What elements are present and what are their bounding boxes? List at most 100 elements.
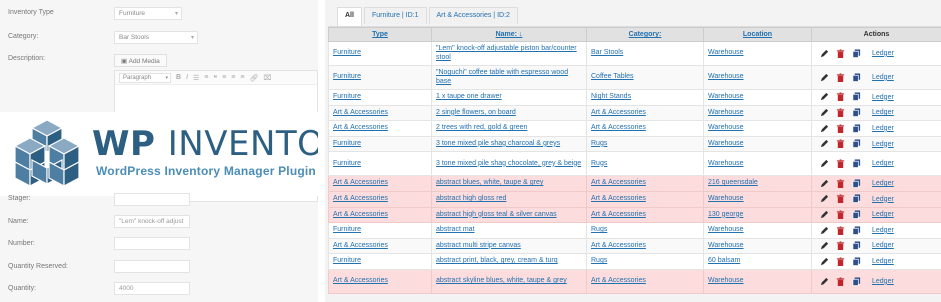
- pencil-icon[interactable]: [820, 194, 829, 203]
- category-link[interactable]: Rugs: [591, 160, 699, 169]
- location-link[interactable]: Warehouse: [708, 49, 807, 58]
- column-header-location[interactable]: Location: [703, 27, 812, 42]
- item-name-link[interactable]: 1 x taupe one drawer: [436, 93, 582, 102]
- align-left-icon[interactable]: ≡: [222, 74, 226, 81]
- item-name-link[interactable]: 2 single flowers, on board: [436, 109, 582, 118]
- ledger-link[interactable]: Ledger: [872, 94, 894, 101]
- bold-icon[interactable]: B: [176, 74, 181, 81]
- trash-icon[interactable]: [836, 179, 845, 188]
- pencil-icon[interactable]: [820, 108, 829, 117]
- location-link[interactable]: Warehouse: [708, 109, 807, 118]
- category-link[interactable]: Art & Accessories: [591, 211, 699, 220]
- copy-icon[interactable]: [852, 179, 861, 188]
- pencil-icon[interactable]: [820, 257, 829, 266]
- name-field[interactable]: "Lem" knock-off adjust: [114, 215, 190, 228]
- item-name-link[interactable]: 3 tone mixed pile shag charcoal & greys: [436, 140, 582, 149]
- type-link[interactable]: Art & Accessories: [333, 179, 427, 188]
- item-name-link[interactable]: abstract print, black, grey, cream & tur…: [436, 257, 582, 266]
- category-link[interactable]: Coffee Tables: [591, 73, 699, 82]
- quantity-reserved-field[interactable]: [114, 260, 190, 273]
- location-link[interactable]: Warehouse: [708, 226, 807, 235]
- copy-icon[interactable]: [852, 139, 861, 149]
- location-link[interactable]: 130 george: [708, 211, 807, 220]
- ledger-link[interactable]: Ledger: [872, 211, 894, 218]
- pencil-icon[interactable]: [820, 179, 829, 188]
- pencil-icon[interactable]: [820, 139, 829, 148]
- align-right-icon[interactable]: ≡: [240, 74, 244, 81]
- pencil-icon[interactable]: [820, 159, 829, 168]
- location-link[interactable]: Warehouse: [708, 242, 807, 251]
- number-field[interactable]: [114, 237, 190, 250]
- ledger-link[interactable]: Ledger: [872, 50, 894, 57]
- numbered-list-icon[interactable]: ≡: [204, 74, 208, 81]
- ledger-link[interactable]: Ledger: [872, 242, 894, 249]
- type-link[interactable]: Furniture: [333, 160, 427, 169]
- trash-icon[interactable]: [836, 194, 845, 204]
- trash-icon[interactable]: [836, 241, 845, 251]
- tab-all[interactable]: All: [337, 7, 362, 26]
- paragraph-format-select[interactable]: Paragraph ▾: [119, 72, 171, 83]
- copy-icon[interactable]: [852, 225, 861, 235]
- ledger-link[interactable]: Ledger: [872, 227, 894, 234]
- item-name-link[interactable]: "Lem" knock-off adjustable piston bar/co…: [436, 45, 582, 62]
- column-header-category[interactable]: Category:: [586, 27, 704, 42]
- location-link[interactable]: Warehouse: [708, 160, 807, 169]
- trash-icon[interactable]: [836, 49, 845, 58]
- ledger-link[interactable]: Ledger: [872, 160, 894, 167]
- trash-icon[interactable]: [836, 257, 845, 266]
- sort-category-link[interactable]: Category:: [629, 31, 662, 38]
- ledger-link[interactable]: Ledger: [872, 74, 894, 81]
- italic-icon[interactable]: I: [186, 74, 188, 81]
- trash-icon[interactable]: [836, 124, 845, 133]
- copy-icon[interactable]: [852, 257, 861, 266]
- ledger-link[interactable]: Ledger: [872, 278, 894, 285]
- ledger-link[interactable]: Ledger: [872, 109, 894, 116]
- item-name-link[interactable]: 2 trees with red, gold & green: [436, 124, 582, 133]
- copy-icon[interactable]: [852, 159, 861, 168]
- location-link[interactable]: Warehouse: [708, 277, 807, 286]
- location-link[interactable]: 216 queensdale: [708, 179, 807, 188]
- category-link[interactable]: Art & Accessories: [591, 109, 699, 118]
- pencil-icon[interactable]: [820, 92, 829, 101]
- link-icon[interactable]: 🔗︎: [249, 74, 258, 82]
- copy-icon[interactable]: [852, 124, 861, 133]
- category-link[interactable]: Art & Accessories: [591, 277, 699, 286]
- type-link[interactable]: Art & Accessories: [333, 195, 427, 204]
- location-link[interactable]: Warehouse: [708, 140, 807, 149]
- pencil-icon[interactable]: [820, 73, 829, 82]
- type-link[interactable]: Furniture: [333, 140, 427, 149]
- trash-icon[interactable]: [836, 92, 845, 102]
- type-link[interactable]: Art & Accessories: [333, 109, 427, 118]
- item-name-link[interactable]: 3 tone mixed pile shag chocolate, grey &…: [436, 160, 582, 169]
- type-link[interactable]: Furniture: [333, 93, 427, 102]
- category-link[interactable]: Art & Accessories: [591, 242, 699, 251]
- trash-icon[interactable]: [836, 159, 845, 168]
- inventory-type-select[interactable]: Furniture ▾: [114, 7, 182, 20]
- location-link[interactable]: Warehouse: [708, 73, 807, 82]
- trash-icon[interactable]: [836, 139, 845, 149]
- trash-icon[interactable]: [836, 225, 845, 235]
- sort-name-link[interactable]: Name: ↓: [496, 31, 523, 38]
- category-link[interactable]: Art & Accessories: [591, 179, 699, 188]
- location-link[interactable]: Warehouse: [708, 195, 807, 204]
- copy-icon[interactable]: [852, 276, 861, 286]
- type-link[interactable]: Furniture: [333, 49, 427, 58]
- type-link[interactable]: Art & Accessories: [333, 211, 427, 220]
- copy-icon[interactable]: [852, 49, 861, 58]
- type-link[interactable]: Art & Accessories: [333, 124, 427, 133]
- item-name-link[interactable]: abstract mat: [436, 226, 582, 235]
- pencil-icon[interactable]: [820, 49, 829, 58]
- pencil-icon[interactable]: [820, 210, 829, 219]
- unlink-icon[interactable]: ⌧: [263, 74, 271, 82]
- trash-icon[interactable]: [836, 210, 845, 219]
- copy-icon[interactable]: [852, 92, 861, 102]
- pencil-icon[interactable]: [820, 277, 829, 286]
- ledger-link[interactable]: Ledger: [872, 180, 894, 187]
- trash-icon[interactable]: [836, 73, 845, 82]
- location-link[interactable]: 60 balsam: [708, 257, 807, 266]
- type-link[interactable]: Furniture: [333, 226, 427, 235]
- ledger-link[interactable]: Ledger: [872, 125, 894, 132]
- category-link[interactable]: Rugs: [591, 226, 699, 235]
- type-link[interactable]: Art & Accessories: [333, 242, 427, 251]
- column-header-type[interactable]: Type: [328, 27, 432, 42]
